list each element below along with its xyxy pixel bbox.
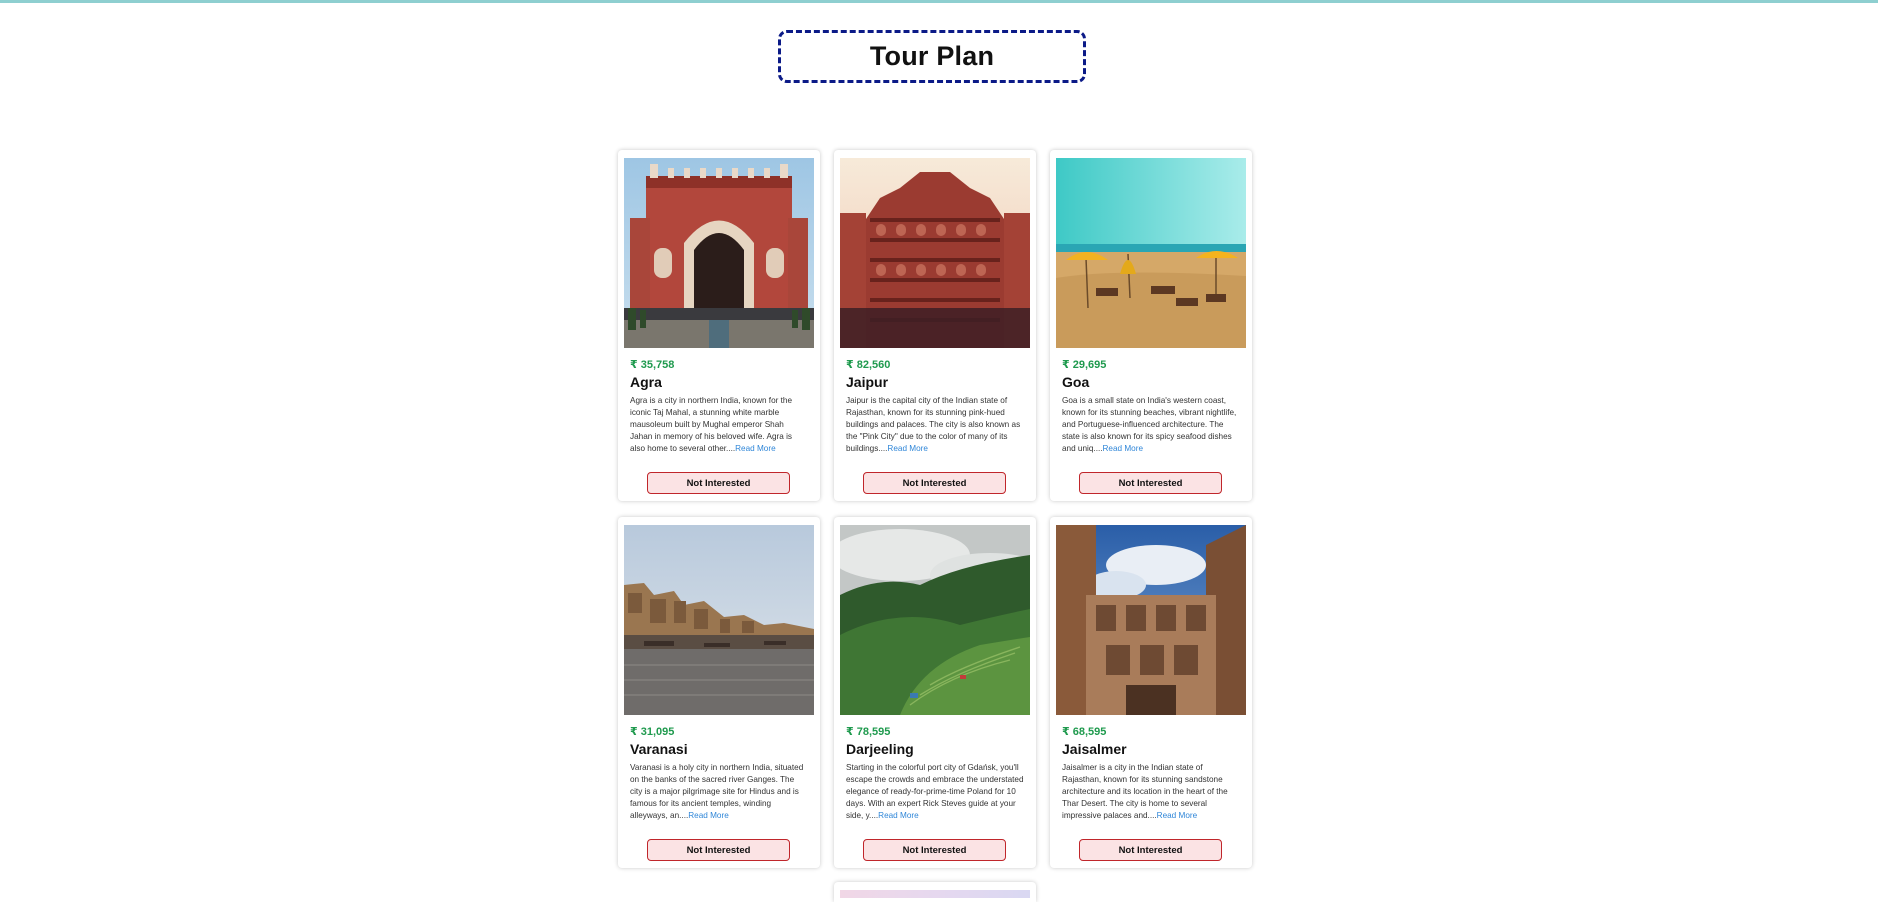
tour-price: ₹ 78,595 xyxy=(846,726,891,738)
not-interested-button[interactable]: Not Interested xyxy=(863,472,1006,494)
hawa-mahal-photo xyxy=(840,158,1030,348)
tour-card-jaipur: ₹ 82,560 Jaipur Jaipur is the capital ci… xyxy=(834,150,1036,501)
description-text: Jaipur is the capital city of the Indian… xyxy=(846,396,1021,453)
tour-name: Jaipur xyxy=(846,374,889,390)
tour-description: Jaisalmer is a city in the Indian state … xyxy=(1062,762,1240,822)
not-interested-button[interactable]: Not Interested xyxy=(647,472,790,494)
tour-price: ₹ 68,595 xyxy=(1062,726,1107,738)
next-tour-photo xyxy=(840,890,1030,898)
tour-price: ₹ 29,695 xyxy=(1062,359,1107,371)
tour-description: Jaipur is the capital city of the Indian… xyxy=(846,395,1024,455)
read-more-link[interactable]: Read More xyxy=(887,444,928,453)
tour-card-next-partial xyxy=(834,882,1036,902)
read-more-link[interactable]: Read More xyxy=(1157,811,1198,820)
not-interested-button[interactable]: Not Interested xyxy=(647,839,790,861)
description-text: Starting in the colorful port city of Gd… xyxy=(846,763,1024,820)
tour-name: Darjeeling xyxy=(846,741,914,757)
tour-description: Agra is a city in northern India, known … xyxy=(630,395,808,455)
varanasi-ghats-photo xyxy=(624,525,814,715)
not-interested-button[interactable]: Not Interested xyxy=(1079,472,1222,494)
tour-cards-grid: ₹ 35,758 Agra Agra is a city in northern… xyxy=(618,150,1252,868)
not-interested-button[interactable]: Not Interested xyxy=(1079,839,1222,861)
read-more-link[interactable]: Read More xyxy=(878,811,919,820)
tour-price: ₹ 82,560 xyxy=(846,359,891,371)
top-accent-line xyxy=(0,0,1878,3)
tour-price: ₹ 31,095 xyxy=(630,726,675,738)
not-interested-button[interactable]: Not Interested xyxy=(863,839,1006,861)
page-title-box: Tour Plan xyxy=(778,30,1086,83)
description-text: Goa is a small state on India's western … xyxy=(1062,396,1237,453)
description-text: Jaisalmer is a city in the Indian state … xyxy=(1062,763,1228,820)
jaisalmer-haveli-photo xyxy=(1056,525,1246,715)
tour-name: Jaisalmer xyxy=(1062,741,1127,757)
page-title: Tour Plan xyxy=(869,41,995,71)
read-more-link[interactable]: Read More xyxy=(735,444,776,453)
tour-description: Varanasi is a holy city in northern Indi… xyxy=(630,762,808,822)
tour-description: Starting in the colorful port city of Gd… xyxy=(846,762,1024,822)
goa-beach-photo xyxy=(1056,158,1246,348)
tour-card-goa: ₹ 29,695 Goa Goa is a small state on Ind… xyxy=(1050,150,1252,501)
tour-name: Agra xyxy=(630,374,662,390)
read-more-link[interactable]: Read More xyxy=(1103,444,1144,453)
tour-name: Goa xyxy=(1062,374,1090,390)
read-more-link[interactable]: Read More xyxy=(688,811,729,820)
agra-gate-photo xyxy=(624,158,814,348)
darjeeling-hills-photo xyxy=(840,525,1030,715)
tour-name: Varanasi xyxy=(630,741,688,757)
tour-description: Goa is a small state on India's western … xyxy=(1062,395,1240,455)
tour-card-agra: ₹ 35,758 Agra Agra is a city in northern… xyxy=(618,150,820,501)
tour-card-darjeeling: ₹ 78,595 Darjeeling Starting in the colo… xyxy=(834,517,1036,868)
tour-price: ₹ 35,758 xyxy=(630,359,675,371)
tour-card-varanasi: ₹ 31,095 Varanasi Varanasi is a holy cit… xyxy=(618,517,820,868)
tour-card-jaisalmer: ₹ 68,595 Jaisalmer Jaisalmer is a city i… xyxy=(1050,517,1252,868)
